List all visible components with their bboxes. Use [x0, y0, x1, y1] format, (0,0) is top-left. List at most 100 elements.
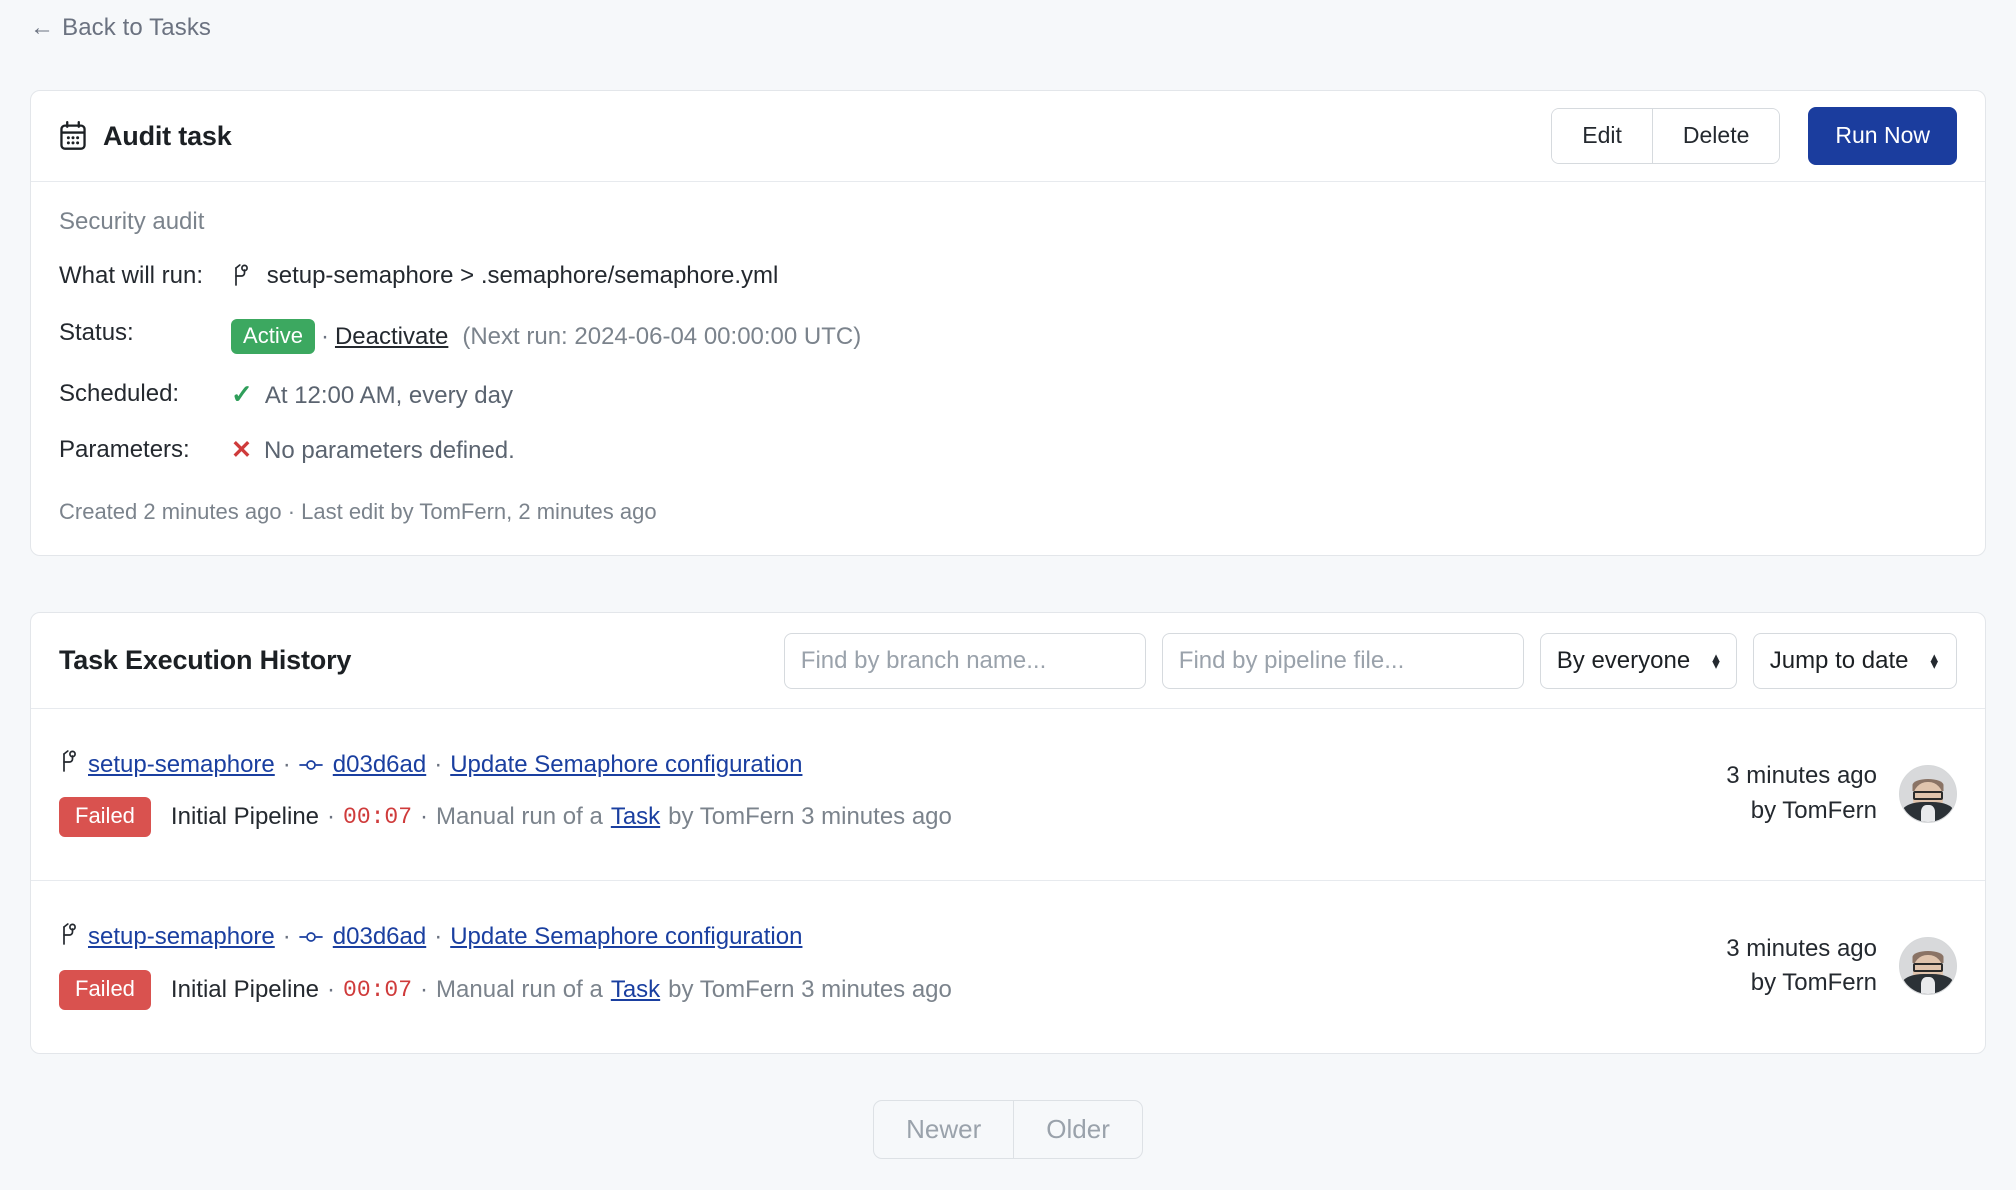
separator-dot: · [282, 750, 291, 778]
avatar-glasses [1913, 790, 1943, 800]
history-row-main: setup-semaphore · d03d6ad · Update Semap… [59, 750, 1696, 837]
pipeline-filter-input[interactable] [1161, 632, 1524, 689]
status-badge: Active [231, 318, 315, 354]
history-row-details: Failed Initial Pipeline · 00:07 · Manual… [59, 797, 1696, 837]
run-duration: 00:07 [343, 976, 413, 1003]
info-row-scheduled: Scheduled: ✓ At 12:00 AM, every day [59, 378, 861, 436]
status-label: Status: [59, 318, 134, 346]
cross-icon: ✕ [231, 435, 252, 464]
avatar [1899, 937, 1957, 995]
info-row-parameters: Parameters: ✕ No parameters defined. [59, 436, 861, 465]
newer-button[interactable]: Newer [874, 1101, 1015, 1158]
pipeline-path: setup-semaphore > .semaphore/semaphore.y… [266, 262, 779, 289]
pipeline-name: Initial Pipeline [170, 803, 320, 830]
avatar-glasses [1913, 963, 1943, 973]
git-commit-icon [298, 757, 323, 773]
task-execution-history-card: Task Execution History By everyone ▴▾ Ju… [30, 612, 1986, 1054]
branch-filter-input[interactable] [783, 632, 1146, 689]
run-author: by TomFern [1750, 796, 1877, 824]
run-author: by TomFern [1750, 969, 1877, 996]
owner-filter-select[interactable]: By everyone ▴ ▾ [1539, 632, 1737, 689]
run-timestamp: 3 minutes ago [1726, 934, 1877, 962]
commit-link[interactable]: d03d6ad [333, 751, 426, 779]
history-row-refs: setup-semaphore · d03d6ad · Update Semap… [59, 750, 1696, 779]
run-status-badge: Failed [59, 797, 151, 837]
trigger-prefix: Manual run of a [436, 975, 603, 1003]
pipeline-name: Initial Pipeline [170, 975, 320, 1003]
git-branch-icon [59, 922, 78, 952]
deactivate-link[interactable]: Deactivate [335, 323, 448, 350]
trigger-prefix: Manual run of a [436, 803, 603, 830]
git-commit-icon [298, 929, 323, 945]
separator-dot: · [327, 803, 336, 830]
parameters-label: Parameters: [59, 435, 190, 463]
commit-message-link[interactable]: Update Semaphore configuration [450, 751, 802, 779]
task-detail-page: ← Back to Tasks Audit task Edit Delete R… [0, 0, 2016, 1190]
owner-filter-label: By everyone [1556, 646, 1691, 674]
run-status-badge: Failed [59, 969, 151, 1010]
history-row[interactable]: setup-semaphore · d03d6ad · Update Semap… [31, 881, 1985, 1053]
date-filter-label: Jump to date [1769, 646, 1909, 674]
history-row-refs: setup-semaphore · d03d6ad · Update Semap… [59, 922, 1696, 952]
date-filter-select[interactable]: Jump to date ▴ ▾ [1752, 632, 1957, 689]
what-will-run-value: setup-semaphore > .semaphore/semaphore.y… [231, 262, 861, 319]
separator-dot: · [434, 750, 443, 778]
edit-button[interactable]: Edit [1552, 109, 1653, 163]
pagination: Newer Older [0, 1100, 2016, 1159]
back-to-tasks-link[interactable]: ← Back to Tasks [30, 14, 211, 42]
older-button[interactable]: Older [1014, 1101, 1142, 1158]
run-timestamp: 3 minutes ago [1726, 762, 1877, 790]
task-description: Security audit [59, 208, 205, 235]
calendar-icon [59, 121, 87, 151]
separator-dot: · [327, 975, 336, 1003]
trigger-suffix: by TomFern 3 minutes ago [668, 803, 952, 830]
edit-delete-group: Edit Delete [1551, 108, 1781, 164]
parameters-text: No parameters defined. [264, 436, 515, 464]
chevron-updown-icon: ▴ ▾ [1930, 648, 1938, 673]
status-separator: · [320, 322, 329, 350]
avatar-shirt [1921, 977, 1935, 994]
commit-message-link[interactable]: Update Semaphore configuration [450, 923, 802, 951]
history-row-main: setup-semaphore · d03d6ad · Update Semap… [59, 922, 1696, 1010]
next-run-text: (Next run: 2024-06-04 00:00:00 UTC) [462, 322, 862, 350]
task-actions: Edit Delete Run Now [1551, 107, 1957, 165]
what-will-run-label: What will run: [59, 262, 204, 289]
history-row[interactable]: setup-semaphore · d03d6ad · Update Semap… [31, 709, 1985, 881]
schedule-text: At 12:00 AM, every day [264, 381, 513, 409]
avatar-shirt [1921, 804, 1935, 822]
separator-dot: · [420, 803, 429, 830]
history-row-meta-text: 3 minutes ago by TomFern [1726, 759, 1877, 827]
task-title-group: Audit task [59, 121, 232, 152]
history-row-details: Failed Initial Pipeline · 00:07 · Manual… [59, 969, 1696, 1010]
task-summary-card: Audit task Edit Delete Run Now Security … [30, 90, 1986, 556]
info-row-what-will-run: What will run: setup-semaphore > .semaph… [59, 262, 861, 319]
parameters-value: ✕ No parameters defined. [231, 436, 861, 465]
commit-link[interactable]: d03d6ad [333, 923, 426, 951]
history-row-meta-text: 3 minutes ago by TomFern [1726, 932, 1877, 1000]
separator-dot: · [434, 923, 443, 950]
task-meta-footer: Created 2 minutes ago · Last edit by Tom… [59, 498, 657, 524]
task-link[interactable]: Task [611, 976, 660, 1004]
check-icon: ✓ [231, 378, 253, 409]
history-title: Task Execution History [59, 645, 352, 675]
history-row-meta: 3 minutes ago by TomFern [1696, 759, 1957, 827]
run-duration: 00:07 [343, 804, 413, 830]
history-header: Task Execution History By everyone ▴▾ Ju… [31, 613, 1985, 709]
info-row-status: Status: Active · Deactivate (Next run: 2024… [59, 318, 862, 380]
run-now-button[interactable]: Run Now [1808, 107, 1957, 165]
scheduled-label: Scheduled: [59, 379, 180, 407]
status-value: Active · Deactivate (Next run: 2024-06-04 0… [231, 318, 862, 380]
branch-link[interactable]: setup-semaphore [88, 923, 275, 951]
task-link[interactable]: Task [611, 803, 660, 831]
task-card-header: Audit task Edit Delete Run Now [31, 91, 1985, 182]
task-card-body: Security audit What will run: setup-sema… [31, 182, 1985, 555]
history-row-meta: 3 minutes ago by TomFern [1696, 932, 1957, 1000]
pagination-group: Newer Older [873, 1100, 1143, 1159]
separator-dot: · [282, 923, 291, 950]
separator-dot: · [420, 975, 429, 1003]
back-to-tasks-label: Back to Tasks [62, 14, 212, 41]
branch-link[interactable]: setup-semaphore [88, 751, 275, 779]
page-title: Audit task [103, 120, 232, 151]
chevron-updown-icon: ▴ ▾ [1712, 648, 1720, 673]
delete-button[interactable]: Delete [1652, 109, 1780, 163]
